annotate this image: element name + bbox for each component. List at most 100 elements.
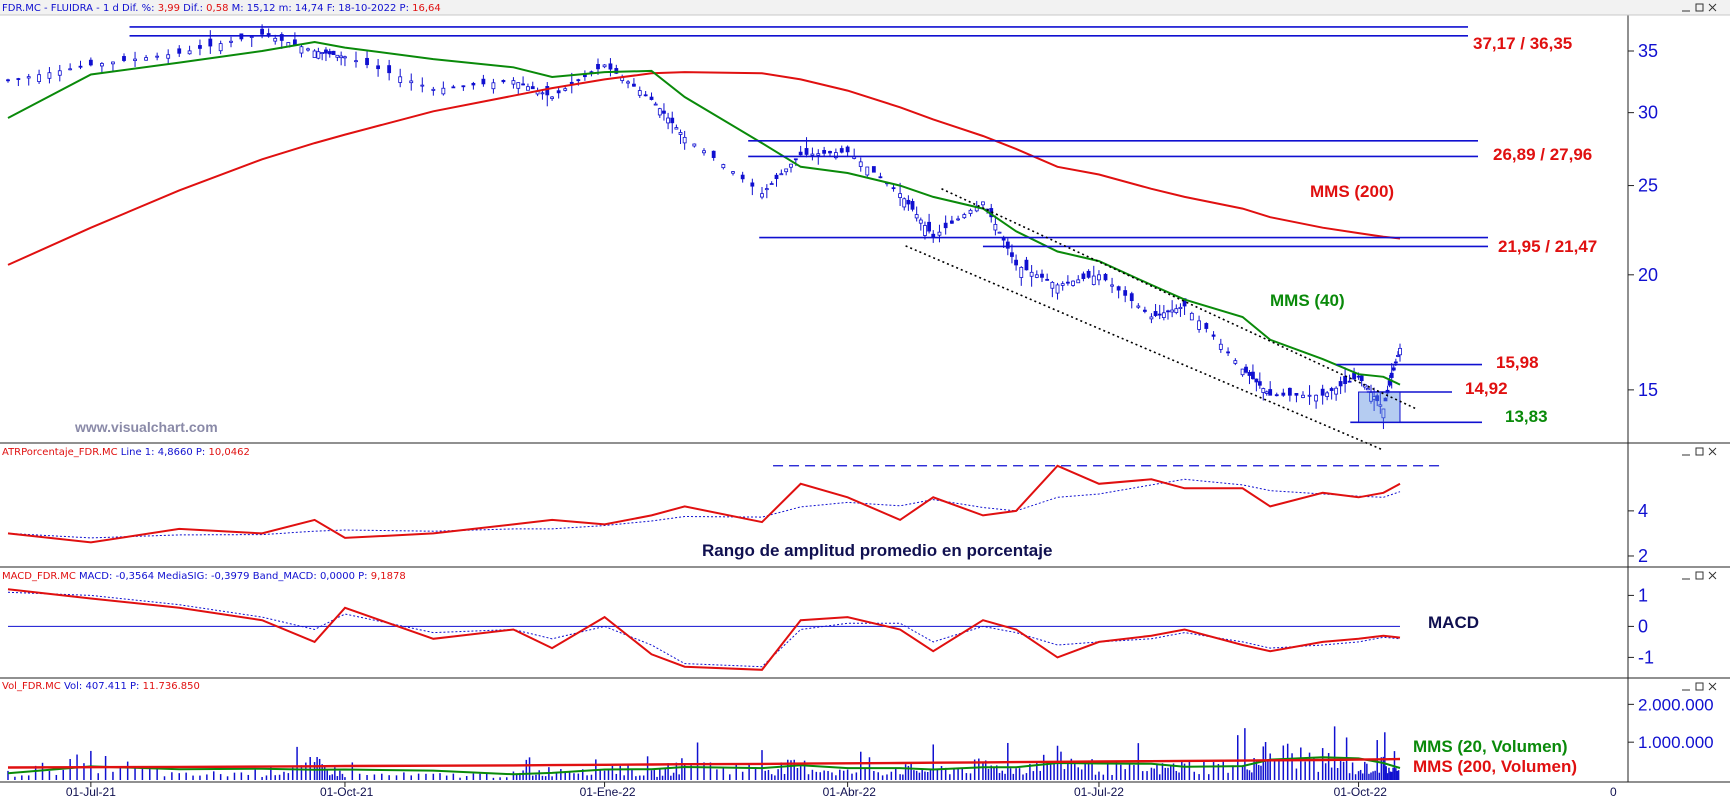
atr-ytick-label: 2 xyxy=(1638,546,1648,566)
candle-body xyxy=(1393,361,1398,364)
candle-body xyxy=(764,188,769,191)
candle-body xyxy=(891,187,896,190)
candle-body xyxy=(1014,259,1018,266)
candle-body xyxy=(516,82,521,89)
candle-body xyxy=(47,72,52,79)
price-ytick-label: 35 xyxy=(1638,41,1658,61)
candle-body xyxy=(1161,312,1166,318)
maximize-icon xyxy=(1695,447,1704,456)
candle-body xyxy=(962,214,967,219)
candle-body xyxy=(1365,388,1370,391)
candle-body xyxy=(760,193,764,198)
candle-body xyxy=(662,110,666,114)
atr-ytick-label: 4 xyxy=(1638,501,1648,521)
volume-layer xyxy=(7,726,1401,780)
candle-body xyxy=(324,49,328,54)
candle-body xyxy=(1264,391,1269,394)
candle-body xyxy=(784,168,789,173)
macd-header-band-label: Band_MACD: xyxy=(250,571,320,582)
level-label-37: 37,17 / 36,35 xyxy=(1473,34,1572,53)
header-symbol: FDR.MC - FLUIDRA - xyxy=(2,3,103,14)
candle-body xyxy=(1389,372,1394,378)
window-controls xyxy=(1682,3,1717,691)
maximize-icon xyxy=(1695,571,1704,580)
header-dif-value: 0,58 xyxy=(206,3,228,14)
xaxis-label: 01-Jul-21 xyxy=(66,785,116,799)
candle-body xyxy=(6,79,10,82)
macd-caption: MACD xyxy=(1428,613,1479,632)
candle-body xyxy=(511,80,516,85)
candle-body xyxy=(993,223,998,231)
atr-caption: Rango de amplitud promedio en porcentaje xyxy=(702,541,1052,560)
macd-header-name: MACD_FDR.MC xyxy=(2,571,76,582)
candle-body xyxy=(956,218,960,221)
sma200-line xyxy=(7,71,1401,266)
candle-body xyxy=(1005,241,1010,249)
candle-body xyxy=(1065,281,1070,284)
candle-body xyxy=(387,65,392,74)
candle-body xyxy=(273,37,278,42)
candle-body xyxy=(1149,316,1154,320)
macd-header-p-value: 9,1878 xyxy=(371,571,406,582)
candle-body xyxy=(208,38,213,47)
macd-ytick-label: -1 xyxy=(1638,647,1654,667)
candle-body xyxy=(839,148,844,153)
candle-body xyxy=(1197,320,1201,330)
candle-body xyxy=(57,70,62,76)
candle-body xyxy=(918,219,923,224)
candle-body xyxy=(68,68,73,71)
macd-header-macd-label: MACD: xyxy=(76,571,116,582)
candle-body xyxy=(750,182,755,187)
atr-header-p-label: P: xyxy=(193,447,209,458)
header-date-value: 18-10-2022 xyxy=(338,3,396,14)
candle-body xyxy=(481,78,486,85)
candle-body xyxy=(576,79,581,82)
watermark: www.visualchart.com xyxy=(74,419,218,435)
consolidation-box xyxy=(1358,391,1401,423)
candle-body xyxy=(779,173,784,176)
candle-body xyxy=(1103,273,1108,281)
header-dif-label: Dif.: xyxy=(180,3,206,14)
candle-body xyxy=(740,174,745,180)
xaxis-label: 01-Oct-22 xyxy=(1334,785,1388,799)
candle-body xyxy=(649,96,654,100)
candle-body xyxy=(682,136,687,144)
candle-body xyxy=(133,58,137,61)
candle-body xyxy=(26,76,31,79)
candle-body xyxy=(431,88,436,91)
vol-header-name: Vol_FDR.MC xyxy=(2,681,61,692)
candle-body xyxy=(1136,305,1141,308)
atr-layer xyxy=(7,464,1440,544)
candle-body xyxy=(398,76,403,83)
candle-body xyxy=(501,80,506,83)
candle-body xyxy=(1153,311,1158,316)
atr-header: ATRPorcentaje_FDR.MC Line 1: 4,8660 P: 1… xyxy=(2,447,250,458)
candle-body xyxy=(1287,387,1292,396)
candle-body xyxy=(865,166,870,176)
xaxis-label: 01-Oct-21 xyxy=(320,785,374,799)
candle-body xyxy=(1110,284,1114,287)
macd-layer xyxy=(7,588,1401,671)
macd-ytick-label: 0 xyxy=(1638,616,1648,636)
atr-line xyxy=(7,464,1401,544)
candle-body xyxy=(923,225,927,236)
candle-body xyxy=(1123,290,1128,296)
candle-body xyxy=(1251,371,1255,380)
candle-body xyxy=(1356,375,1361,378)
candle-body xyxy=(949,220,954,224)
header-difpct-value: 3,99 xyxy=(158,3,180,14)
header-low-value: 14,74 xyxy=(295,3,324,14)
price-ytick-label: 15 xyxy=(1638,380,1658,400)
candle-body xyxy=(1091,275,1096,285)
macd-header-sig-value: -0,3979 xyxy=(211,571,250,582)
candle-body xyxy=(937,231,942,236)
candle-body xyxy=(1274,394,1279,397)
candle-body xyxy=(810,153,815,156)
close-icon xyxy=(1708,682,1717,691)
candle-body xyxy=(327,51,332,55)
candle-body xyxy=(1019,266,1024,278)
header-price-label: P: xyxy=(396,3,412,14)
candle-body xyxy=(968,209,973,214)
candle-body xyxy=(1226,351,1230,354)
header-high-value: 15,12 xyxy=(247,3,276,14)
